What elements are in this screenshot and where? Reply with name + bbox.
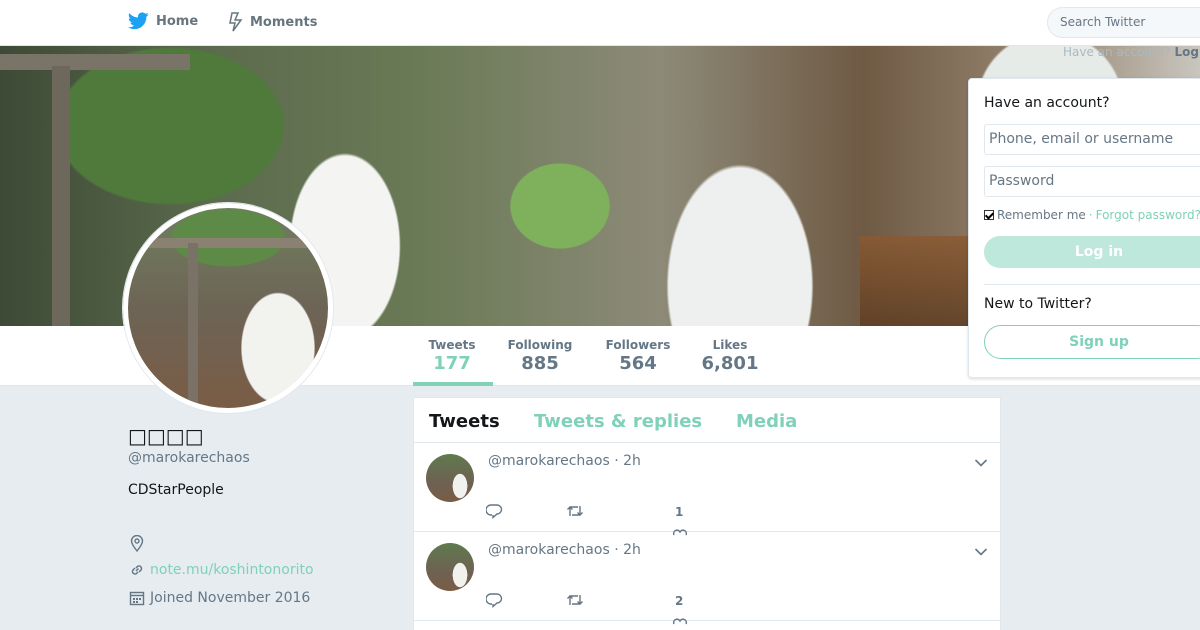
login-prompt-top: Have an account? Log <box>1063 45 1199 59</box>
nav-home[interactable]: Home <box>128 12 198 30</box>
website-link[interactable]: note.mu/koshintonorito <box>150 562 314 578</box>
profile-location <box>128 535 145 552</box>
profile-avatar[interactable] <box>123 203 333 413</box>
tab-tweets[interactable]: Tweets <box>429 411 500 432</box>
tweet-header[interactable]: @marokarechaos · 2h <box>488 453 641 469</box>
tweet-avatar[interactable] <box>426 543 474 591</box>
retweet-icon[interactable] <box>566 503 584 523</box>
login-heading: Have an account? <box>984 95 1110 111</box>
stat-label: Likes <box>712 338 748 352</box>
username-placeholder: Phone, email or username <box>989 131 1174 147</box>
top-navigation-bar: Home Moments Search Twitter <box>0 0 1200 46</box>
lightning-bolt-icon <box>229 12 243 32</box>
stat-label: Tweets <box>428 338 476 352</box>
chevron-down-icon[interactable] <box>974 542 988 561</box>
password-field[interactable]: Password <box>984 166 1200 197</box>
tab-media[interactable]: Media <box>736 411 797 432</box>
profile-handle[interactable]: @marokarechaos <box>128 450 250 466</box>
calendar-icon <box>128 589 145 606</box>
profile-name: □□□□ <box>128 424 204 448</box>
password-placeholder: Password <box>989 173 1055 189</box>
login-divider <box>984 284 1200 285</box>
stat-following[interactable]: Following 885 <box>505 338 575 374</box>
tweet-item[interactable]: @marokarechaos · 2h 1 <box>414 443 1000 536</box>
remember-me-label[interactable]: Remember me <box>997 208 1086 222</box>
stat-tweets[interactable]: Tweets 177 <box>421 338 483 374</box>
nav-home-label: Home <box>156 13 199 29</box>
stat-value: 564 <box>619 353 657 374</box>
login-prompt-link[interactable]: Log <box>1174 45 1198 59</box>
profile-joined: Joined November 2016 <box>128 589 310 606</box>
profile-bio: CDStarPeople <box>128 482 224 498</box>
retweet-icon[interactable] <box>566 592 584 612</box>
forgot-password-link[interactable]: Forgot password? <box>1096 208 1200 222</box>
link-icon <box>128 561 145 578</box>
search-input[interactable]: Search Twitter <box>1047 7 1200 38</box>
tweets-timeline: Tweets Tweets & replies Media @marokarec… <box>413 397 1001 630</box>
login-panel: Have an account? Phone, email or usernam… <box>968 78 1200 378</box>
stat-label: Following <box>507 338 573 352</box>
profile-website[interactable]: note.mu/koshintonorito <box>128 561 314 578</box>
stat-followers[interactable]: Followers 564 <box>603 338 673 374</box>
tweet-item[interactable]: @marokarechaos · 2h 2 <box>414 532 1000 625</box>
heart-icon[interactable] <box>672 610 688 629</box>
twitter-bird-icon <box>128 12 149 30</box>
stat-label: Followers <box>605 338 671 352</box>
stat-value: 177 <box>433 353 471 374</box>
new-to-twitter-heading: New to Twitter? <box>984 296 1092 312</box>
search-placeholder: Search Twitter <box>1060 15 1146 29</box>
signup-button[interactable]: Sign up <box>984 325 1200 359</box>
tweet-avatar[interactable] <box>426 454 474 502</box>
stat-value: 6,801 <box>701 353 759 374</box>
login-button[interactable]: Log in <box>984 236 1200 268</box>
banner-torii-post <box>52 66 70 326</box>
like-count: 1 <box>675 505 684 519</box>
timeline-tabs: Tweets Tweets & replies Media <box>414 398 1000 443</box>
active-stat-indicator <box>413 382 493 386</box>
reply-icon[interactable] <box>485 503 503 523</box>
username-field[interactable]: Phone, email or username <box>984 124 1200 155</box>
tab-tweets-and-replies[interactable]: Tweets & replies <box>534 411 702 432</box>
location-pin-icon <box>128 535 145 552</box>
stat-likes[interactable]: Likes 6,801 <box>700 338 760 374</box>
joined-date: Joined November 2016 <box>150 589 311 606</box>
nav-moments-label: Moments <box>250 14 318 30</box>
banner-torii-beam <box>0 54 190 70</box>
login-prompt-text: Have an account? <box>1063 45 1171 59</box>
like-count: 2 <box>675 594 684 608</box>
chevron-down-icon[interactable] <box>974 453 988 472</box>
avatar-torii-post <box>188 243 198 408</box>
remember-me-row: Remember me · Forgot password? <box>984 208 1200 222</box>
reply-icon[interactable] <box>485 592 503 612</box>
nav-moments[interactable]: Moments <box>229 12 317 32</box>
remember-me-checkbox[interactable] <box>984 210 994 220</box>
stat-value: 885 <box>521 353 559 374</box>
avatar-torii-beam <box>128 238 328 248</box>
tweet-header[interactable]: @marokarechaos · 2h <box>488 542 641 558</box>
